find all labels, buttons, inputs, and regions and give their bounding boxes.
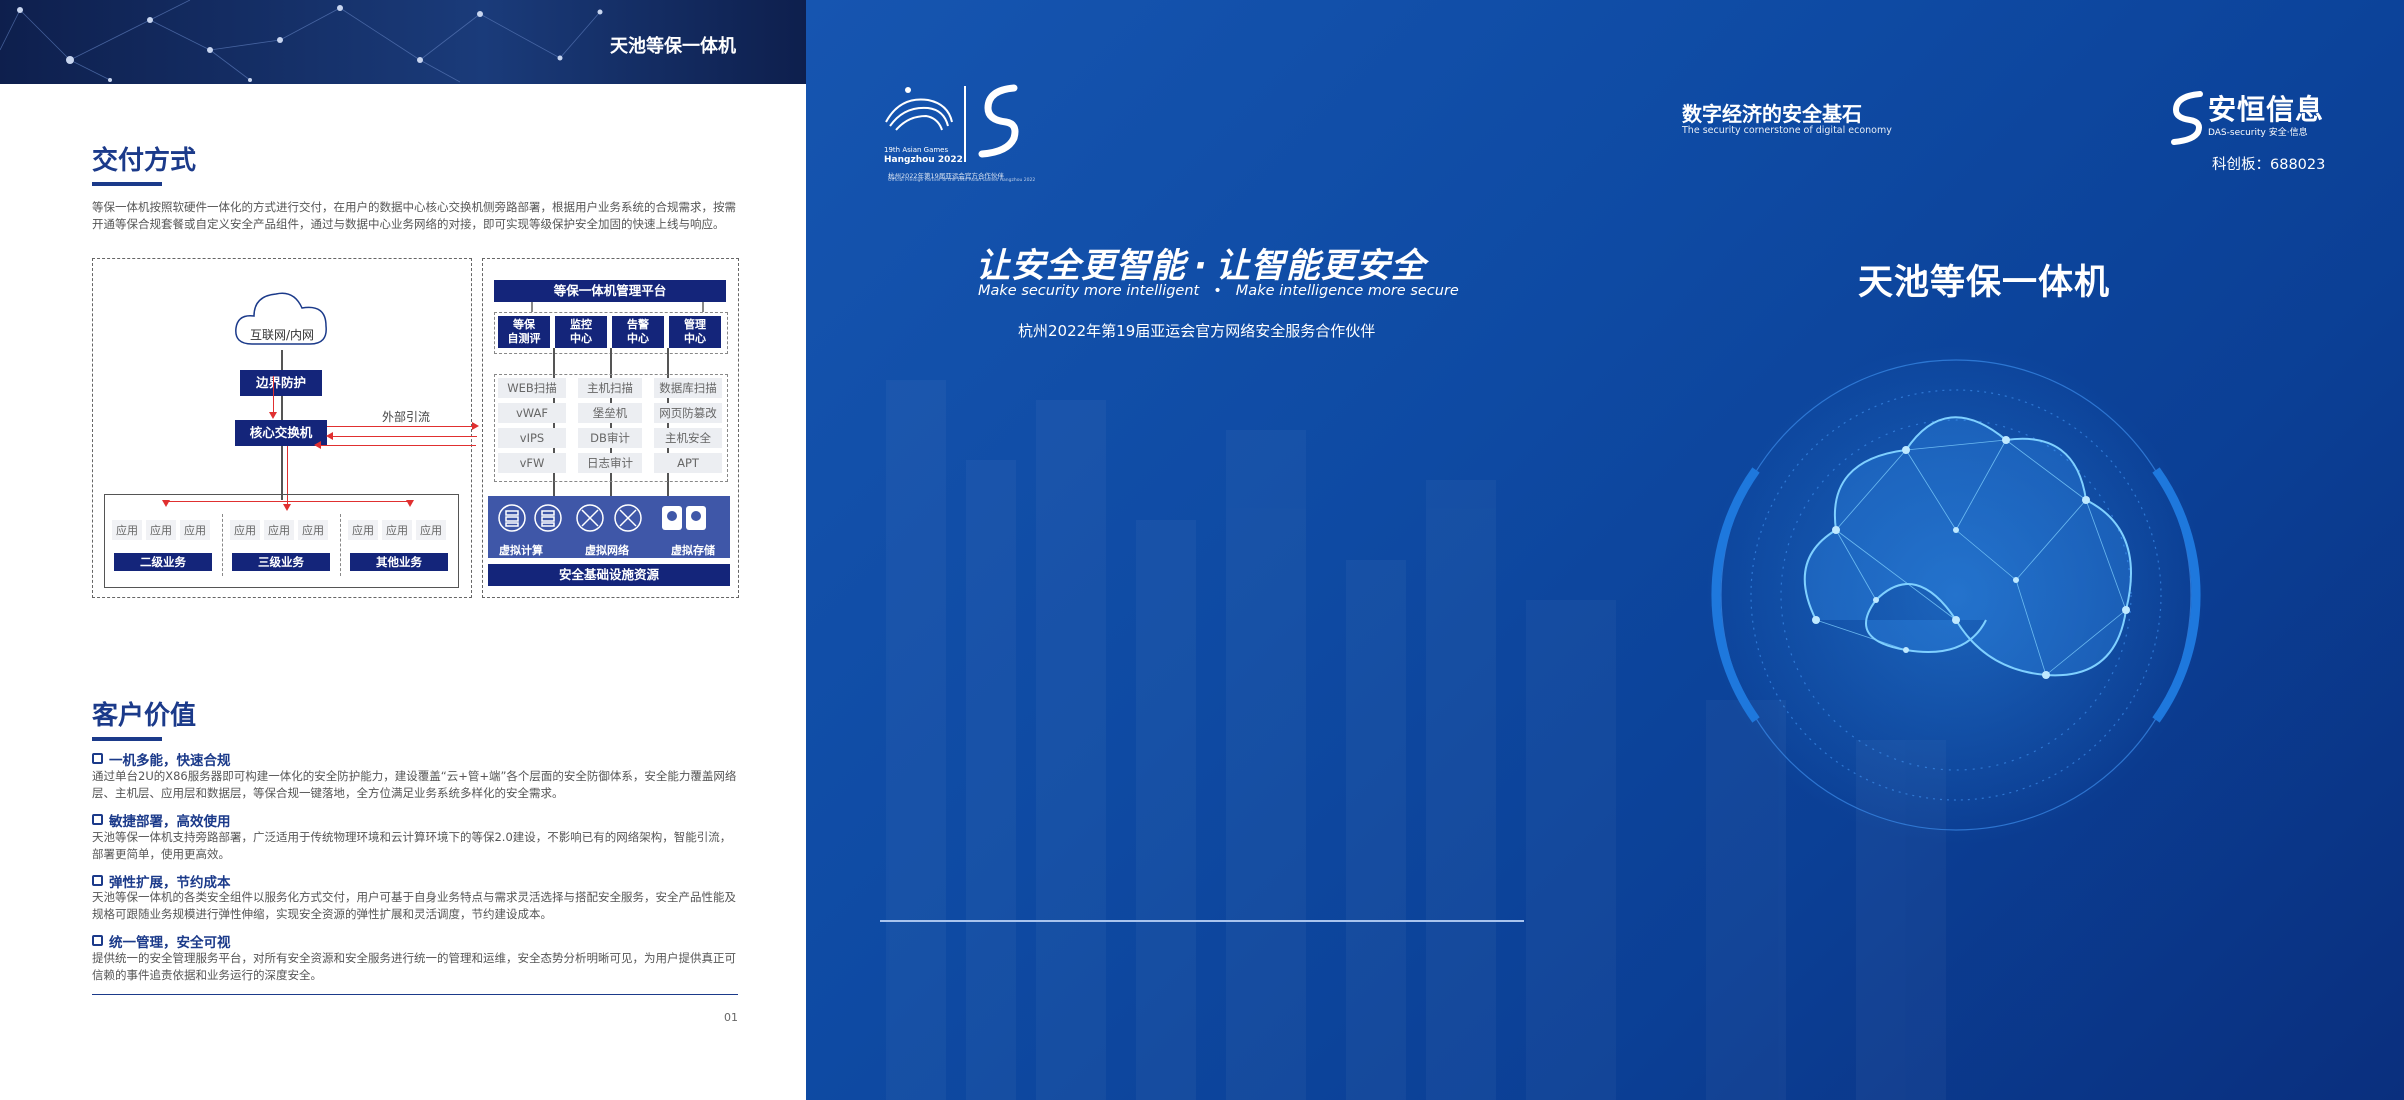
bullet-icon xyxy=(92,814,103,825)
logo-divider xyxy=(964,86,966,162)
value-underline xyxy=(92,737,162,741)
value-item-text: 提供统一的安全管理服务平台，对所有安全资源和安全服务进行统一的管理和运维，安全态… xyxy=(92,951,736,982)
partner-s-logo xyxy=(978,84,1019,158)
business-box xyxy=(104,494,459,588)
value-item-title: 敏捷部署，高效使用 xyxy=(92,810,231,830)
service-bastion: 堡垒机 xyxy=(578,403,642,423)
divider xyxy=(222,514,223,576)
service-vfw: vFW xyxy=(498,453,566,473)
connector xyxy=(281,396,283,420)
divider xyxy=(340,514,341,576)
delivery-title: 交付方式 xyxy=(92,146,197,176)
service-apt: APT xyxy=(654,453,722,473)
cover-page: 19th Asian Games Hangzhou 2022 杭州2022年第1… xyxy=(806,0,2404,1100)
group-other: 其他业务 xyxy=(350,553,448,571)
value-item-text: 通过单台2U的X86服务器即可构建一体化的安全防护能力，建设覆盖“云+管+端”各… xyxy=(92,769,737,800)
app-box: 应用 xyxy=(382,520,412,540)
traffic-arrow xyxy=(326,432,333,440)
app-box: 应用 xyxy=(230,520,260,540)
center-self-eval: 等保 自测评 xyxy=(498,316,550,348)
asian-games-line2: Hangzhou 2022 xyxy=(884,155,963,165)
value-item-title: 弹性扩展，节约成本 xyxy=(92,871,231,891)
external-traffic-label: 外部引流 xyxy=(382,410,431,424)
service-host-security: 主机安全 xyxy=(654,428,722,448)
service-db-scan: 数据库扫描 xyxy=(654,378,722,398)
cloud-security-illustration xyxy=(1706,345,2206,845)
service-vips: vIPS xyxy=(498,428,566,448)
traffic-line xyxy=(332,436,477,438)
left-page: 天池等保一体机 交付方式 等保一体机按照软硬件一体化的方式进行交付，在用户的数据… xyxy=(0,0,806,1100)
brand-name-en: DAS-security 安全·信息 xyxy=(2208,128,2308,138)
slogan-cn: 让安全更智能 · 让智能更安全 xyxy=(976,246,1426,286)
app-box: 应用 xyxy=(416,520,446,540)
app-box: 应用 xyxy=(348,520,378,540)
service-host-scan: 主机扫描 xyxy=(578,378,642,398)
traffic-arrow xyxy=(269,412,277,419)
cover-divider xyxy=(880,920,1524,922)
traffic-arrow xyxy=(406,500,414,507)
asian-games-line1: 19th Asian Games xyxy=(884,146,949,154)
connector xyxy=(531,302,533,312)
management-platform-box: 等保一体机管理平台 xyxy=(494,280,726,302)
value-item-text: 天池等保一体机支持旁路部署，广泛适用于传统物理环境和云计算环境下的等保2.0建设… xyxy=(92,830,732,861)
traffic-line xyxy=(320,445,476,447)
center-manage: 管理 中心 xyxy=(669,316,721,348)
virtual-storage-label: 虚拟存储 xyxy=(671,544,715,557)
brand-name-cn: 安恒信息 xyxy=(2208,93,2325,126)
delivery-underline xyxy=(92,182,162,186)
tagline-cn: 数字经济的安全基石 xyxy=(1682,102,1862,126)
center-alert: 告警 中心 xyxy=(612,316,664,348)
internet-label: 互联网/内网 xyxy=(249,328,315,342)
asian-games-logo xyxy=(885,87,953,131)
service-vwaf: vWAF xyxy=(498,403,566,423)
service-db-audit: DB审计 xyxy=(578,428,642,448)
infrastructure-box: 安全基础设施资源 xyxy=(488,564,730,586)
bullet-icon xyxy=(92,935,103,946)
traffic-arrow xyxy=(162,500,170,507)
virtual-network-label: 虚拟网络 xyxy=(585,544,629,557)
slogan-en: Make security more intelligent • Make inte… xyxy=(978,283,1459,299)
app-box: 应用 xyxy=(146,520,176,540)
banner-title: 天池等保一体机 xyxy=(610,36,736,57)
stock-code: 科创板：688023 xyxy=(2212,157,2326,173)
service-web-scan: WEB扫描 xyxy=(498,378,566,398)
footer-line xyxy=(92,994,738,995)
header-banner: 天池等保一体机 xyxy=(0,0,806,84)
page-number: 01 xyxy=(724,1011,738,1024)
bullet-icon xyxy=(92,875,103,886)
delivery-paragraph: 等保一体机按照软硬件一体化的方式进行交付，在用户的数据中心核心交换机侧旁路部署，… xyxy=(92,200,736,231)
value-title: 客户价值 xyxy=(92,701,197,731)
connector xyxy=(702,302,704,312)
product-title: 天池等保一体机 xyxy=(1858,263,2111,303)
value-item-text: 天池等保一体机的各类安全组件以服务化方式交付，用户可基于自身业务特点与需求灵活选… xyxy=(92,890,736,921)
app-box: 应用 xyxy=(264,520,294,540)
app-box: 应用 xyxy=(180,520,210,540)
traffic-arrow xyxy=(314,441,321,449)
architecture-diagram: 互联网/内网 边界防护 核心交换机 外部引流 应用 应用 应用 二级业务 应用 … xyxy=(92,258,739,598)
center-monitor: 监控 中心 xyxy=(555,316,607,348)
group-third-level: 三级业务 xyxy=(232,553,330,571)
traffic-line xyxy=(273,376,275,416)
service-log-audit: 日志审计 xyxy=(578,453,642,473)
tagline-en: The security cornerstone of digital econ… xyxy=(1682,125,1892,136)
virtual-resource-icons xyxy=(498,504,706,532)
bullet-icon xyxy=(92,753,103,764)
traffic-line xyxy=(327,426,475,428)
partner-line: 杭州2022年第19届亚运会官方网络安全服务合作伙伴 xyxy=(1018,322,1376,340)
value-item-title: 一机多能，快速合规 xyxy=(92,749,231,769)
service-web-tamper: 网页防篡改 xyxy=(654,403,722,423)
value-item-title: 统一管理，安全可视 xyxy=(92,931,231,951)
virtual-compute-label: 虚拟计算 xyxy=(499,544,543,557)
group-second-level: 二级业务 xyxy=(114,553,212,571)
app-box: 应用 xyxy=(112,520,142,540)
border-protection-box: 边界防护 xyxy=(240,370,322,396)
das-security-logo-icon xyxy=(2171,91,2203,145)
traffic-arrow xyxy=(472,422,479,430)
asian-games-caption-en: Official Prestige Partner of the 19th As… xyxy=(888,178,1036,183)
traffic-line xyxy=(166,501,410,503)
app-box: 应用 xyxy=(298,520,328,540)
connector xyxy=(281,446,283,500)
